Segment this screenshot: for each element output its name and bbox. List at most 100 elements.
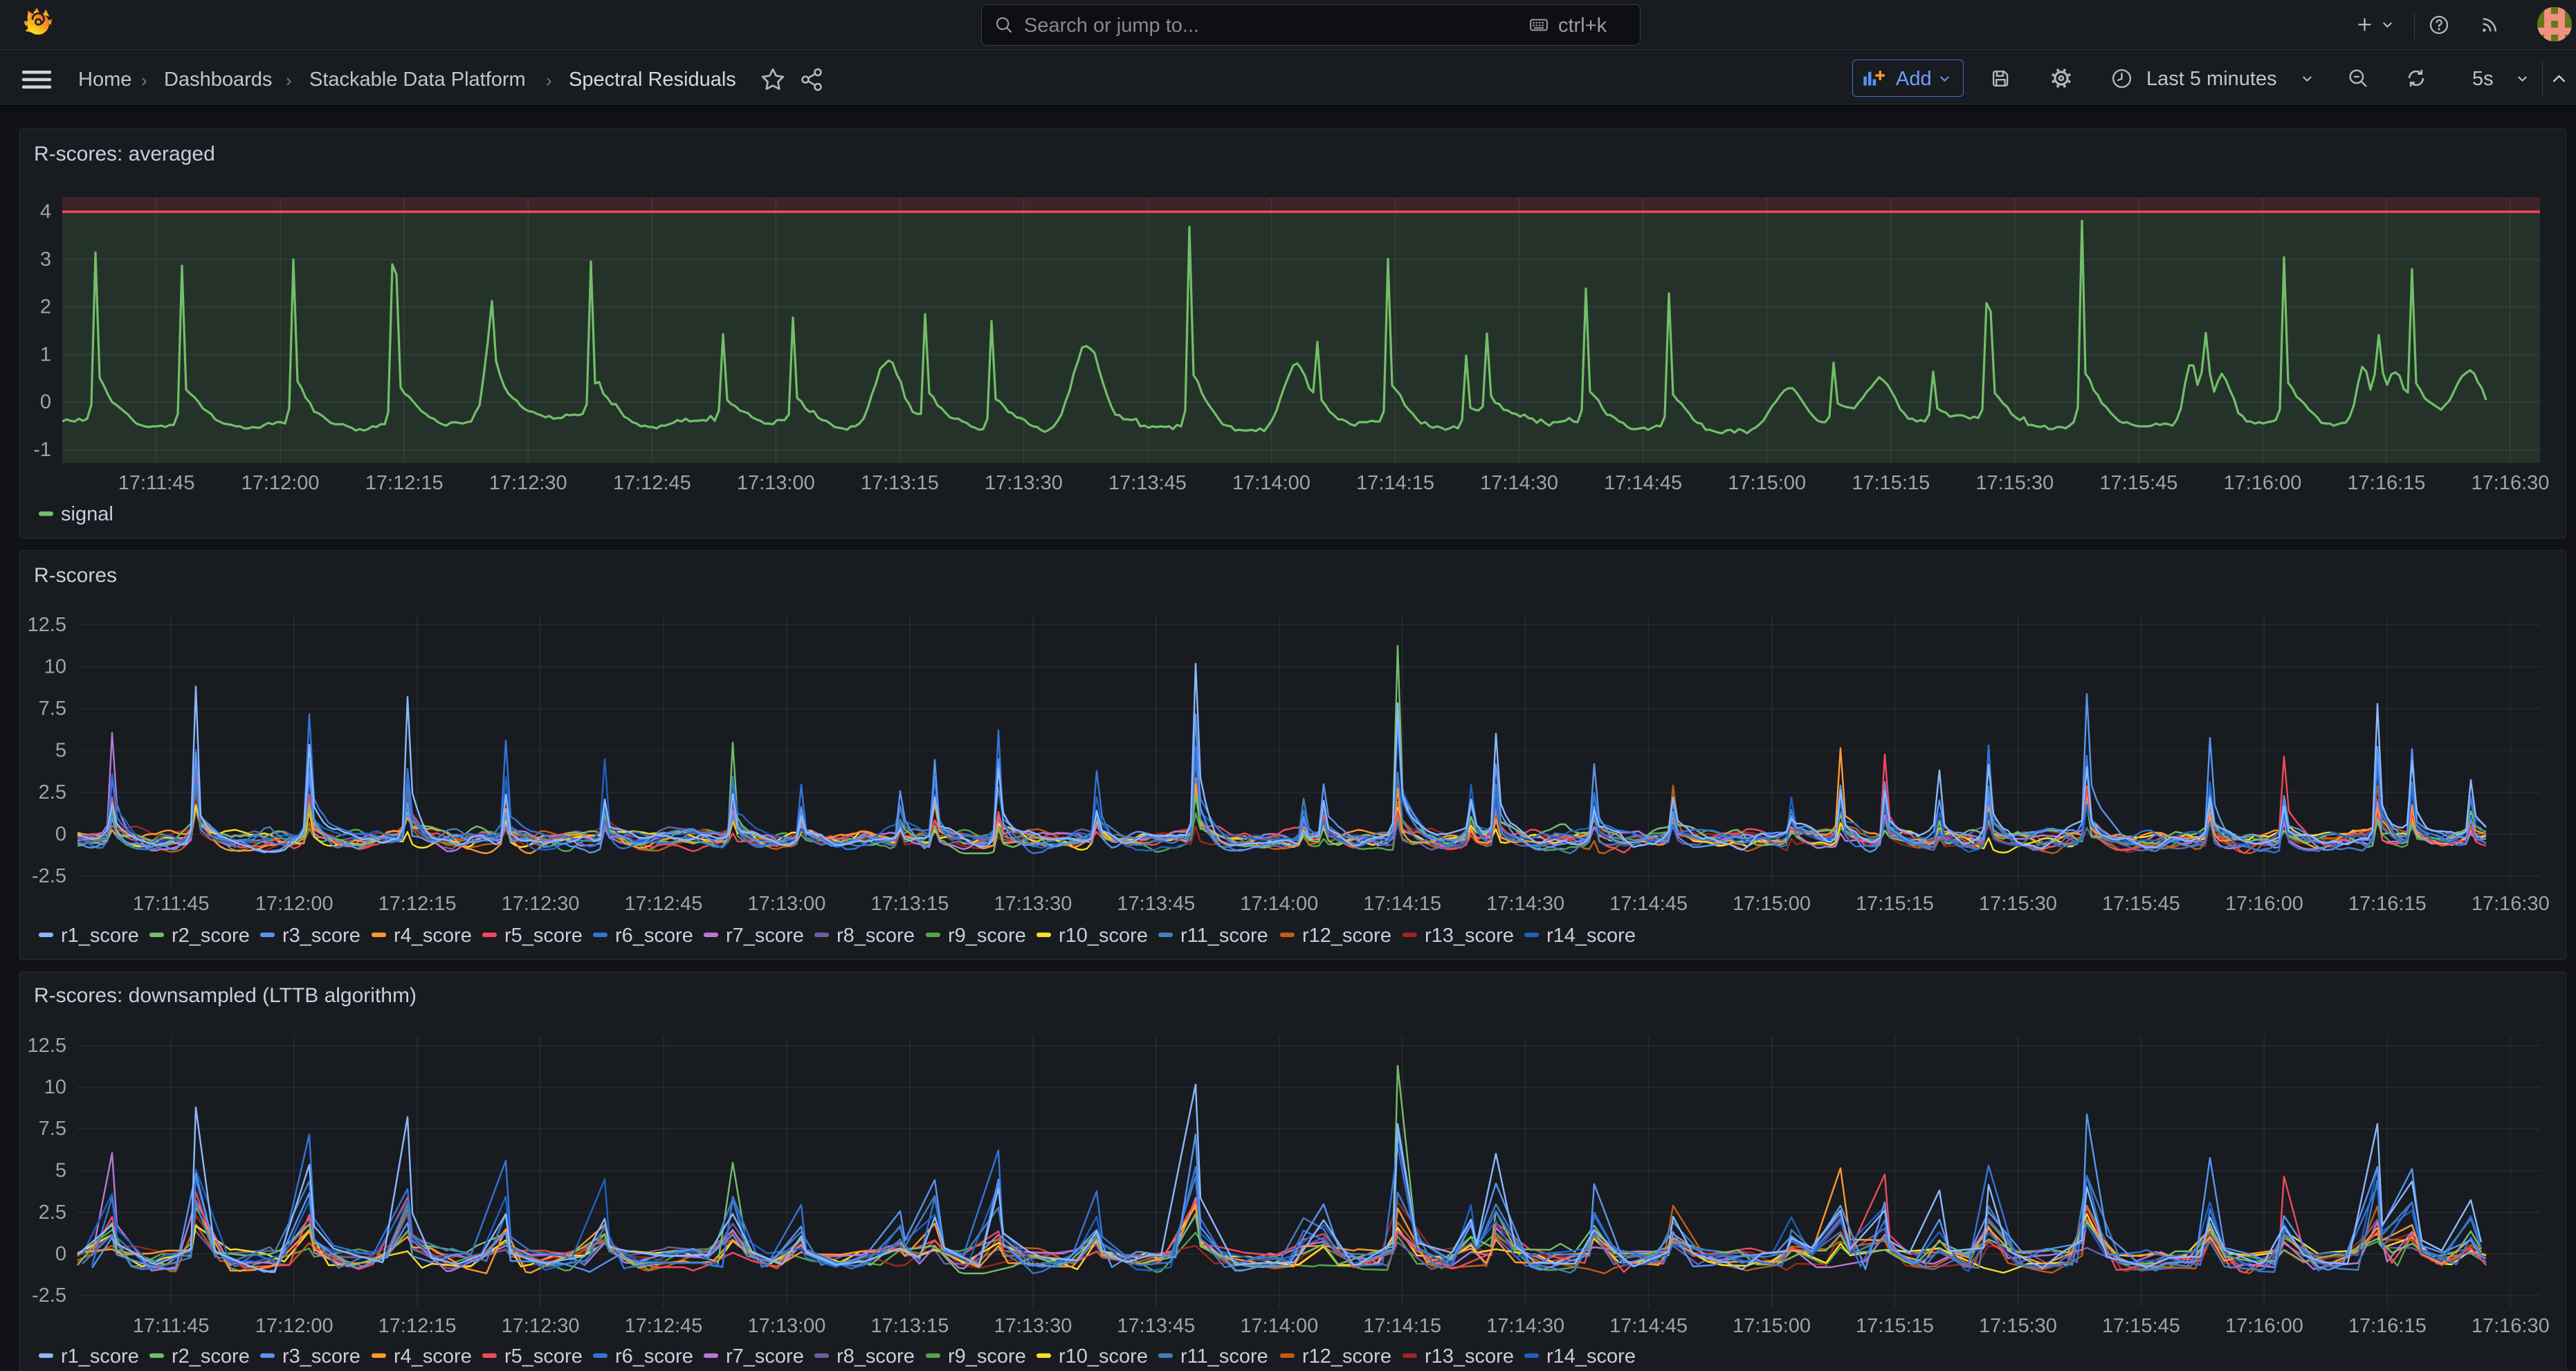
svg-text:r8_score: r8_score [837,925,915,947]
svg-text:1: 1 [40,343,51,365]
svg-text:17:13:00: 17:13:00 [737,472,815,494]
svg-text:r2_score: r2_score [172,925,250,947]
svg-text:17:13:45: 17:13:45 [1117,893,1195,915]
svg-text:17:15:00: 17:15:00 [1733,893,1811,915]
svg-text:r4_score: r4_score [394,1345,472,1368]
svg-text:r1_score: r1_score [61,925,139,947]
svg-text:17:12:15: 17:12:15 [365,472,444,494]
svg-text:r14_score: r14_score [1546,1345,1636,1368]
svg-text:r3_score: r3_score [282,1345,360,1368]
svg-text:17:16:15: 17:16:15 [2348,472,2426,494]
svg-text:17:15:15: 17:15:15 [1852,472,1930,494]
svg-text:r8_score: r8_score [837,1345,915,1368]
svg-text:17:16:00: 17:16:00 [2225,893,2303,915]
svg-text:r13_score: r13_score [1425,1345,1514,1368]
svg-text:10: 10 [44,656,66,678]
svg-text:0: 0 [40,391,51,413]
svg-text:17:12:15: 17:12:15 [378,1315,457,1337]
svg-text:17:15:30: 17:15:30 [1979,893,2057,915]
svg-text:17:13:45: 17:13:45 [1117,1315,1195,1337]
svg-text:17:15:30: 17:15:30 [1979,1315,2057,1337]
svg-text:17:16:00: 17:16:00 [2223,472,2301,494]
svg-text:-2.5: -2.5 [32,1284,66,1307]
svg-text:17:12:30: 17:12:30 [502,1315,580,1337]
svg-text:17:13:30: 17:13:30 [994,1315,1072,1337]
svg-text:17:14:00: 17:14:00 [1240,893,1318,915]
svg-text:17:14:00: 17:14:00 [1240,1315,1318,1337]
svg-text:2: 2 [40,296,51,318]
svg-text:17:13:00: 17:13:00 [748,1315,826,1337]
svg-text:17:13:45: 17:13:45 [1108,472,1187,494]
svg-text:17:16:30: 17:16:30 [2472,472,2550,494]
svg-text:12.5: 12.5 [28,1035,66,1057]
svg-text:r13_score: r13_score [1425,925,1514,947]
svg-text:17:11:45: 17:11:45 [133,1315,210,1337]
svg-text:r5_score: r5_score [504,1345,583,1368]
svg-text:0: 0 [55,824,66,846]
svg-text:17:14:30: 17:14:30 [1486,893,1564,915]
svg-text:17:16:00: 17:16:00 [2225,1315,2303,1337]
svg-text:17:16:15: 17:16:15 [2348,1315,2427,1337]
svg-text:17:11:45: 17:11:45 [118,472,195,494]
svg-text:17:13:15: 17:13:15 [870,1315,949,1337]
svg-text:17:12:00: 17:12:00 [255,1315,334,1337]
svg-text:17:12:00: 17:12:00 [241,472,320,494]
svg-text:17:12:30: 17:12:30 [502,893,580,915]
svg-text:17:15:15: 17:15:15 [1856,893,1934,915]
svg-text:17:14:45: 17:14:45 [1609,893,1688,915]
svg-text:r7_score: r7_score [726,1345,804,1368]
svg-text:r1_score: r1_score [61,1345,139,1368]
svg-text:17:14:30: 17:14:30 [1480,472,1558,494]
svg-text:r11_score: r11_score [1180,1345,1268,1368]
svg-text:r2_score: r2_score [172,1345,250,1368]
svg-text:17:13:15: 17:13:15 [870,893,949,915]
svg-text:17:14:15: 17:14:15 [1363,1315,1441,1337]
svg-text:17:14:15: 17:14:15 [1363,893,1441,915]
svg-text:17:15:30: 17:15:30 [1975,472,2054,494]
svg-text:7.5: 7.5 [39,698,66,720]
svg-text:r9_score: r9_score [948,1345,1026,1368]
svg-text:r5_score: r5_score [504,925,583,947]
svg-text:17:14:00: 17:14:00 [1232,472,1310,494]
svg-text:12.5: 12.5 [28,614,66,636]
svg-text:17:14:15: 17:14:15 [1356,472,1434,494]
svg-text:17:15:45: 17:15:45 [2102,1315,2180,1337]
svg-text:-2.5: -2.5 [32,865,66,887]
svg-text:5: 5 [55,740,66,762]
svg-text:r3_score: r3_score [282,925,360,947]
svg-text:r10_score: r10_score [1059,925,1148,947]
svg-text:17:14:45: 17:14:45 [1604,472,1682,494]
svg-text:r6_score: r6_score [615,1345,693,1368]
svg-text:17:12:45: 17:12:45 [625,893,703,915]
svg-text:17:12:45: 17:12:45 [613,472,691,494]
svg-text:r12_score: r12_score [1302,925,1391,947]
svg-text:17:13:30: 17:13:30 [994,893,1072,915]
svg-text:-1: -1 [33,439,51,461]
svg-text:17:12:30: 17:12:30 [489,472,567,494]
svg-text:17:11:45: 17:11:45 [133,893,210,915]
svg-text:0: 0 [55,1243,66,1265]
svg-text:17:14:30: 17:14:30 [1486,1315,1564,1337]
svg-text:17:16:30: 17:16:30 [2472,1315,2550,1337]
svg-text:signal: signal [61,503,113,525]
svg-text:r14_score: r14_score [1546,925,1636,947]
svg-text:17:13:00: 17:13:00 [748,893,826,915]
svg-text:17:15:00: 17:15:00 [1728,472,1806,494]
svg-text:2.5: 2.5 [39,781,66,803]
svg-text:17:14:45: 17:14:45 [1609,1315,1688,1337]
svg-text:10: 10 [44,1076,66,1098]
svg-text:r10_score: r10_score [1059,1345,1148,1368]
svg-text:17:15:00: 17:15:00 [1733,1315,1811,1337]
svg-text:17:15:45: 17:15:45 [2099,472,2177,494]
svg-text:3: 3 [40,248,51,271]
svg-text:17:12:00: 17:12:00 [255,893,334,915]
svg-text:17:16:30: 17:16:30 [2472,893,2550,915]
svg-text:17:12:45: 17:12:45 [625,1315,703,1337]
svg-text:r4_score: r4_score [394,925,472,947]
svg-text:4: 4 [40,201,51,223]
svg-text:5: 5 [55,1160,66,1182]
svg-text:7.5: 7.5 [39,1118,66,1140]
svg-text:r7_score: r7_score [726,925,804,947]
svg-text:17:15:15: 17:15:15 [1856,1315,1934,1337]
svg-text:r9_score: r9_score [948,925,1026,947]
